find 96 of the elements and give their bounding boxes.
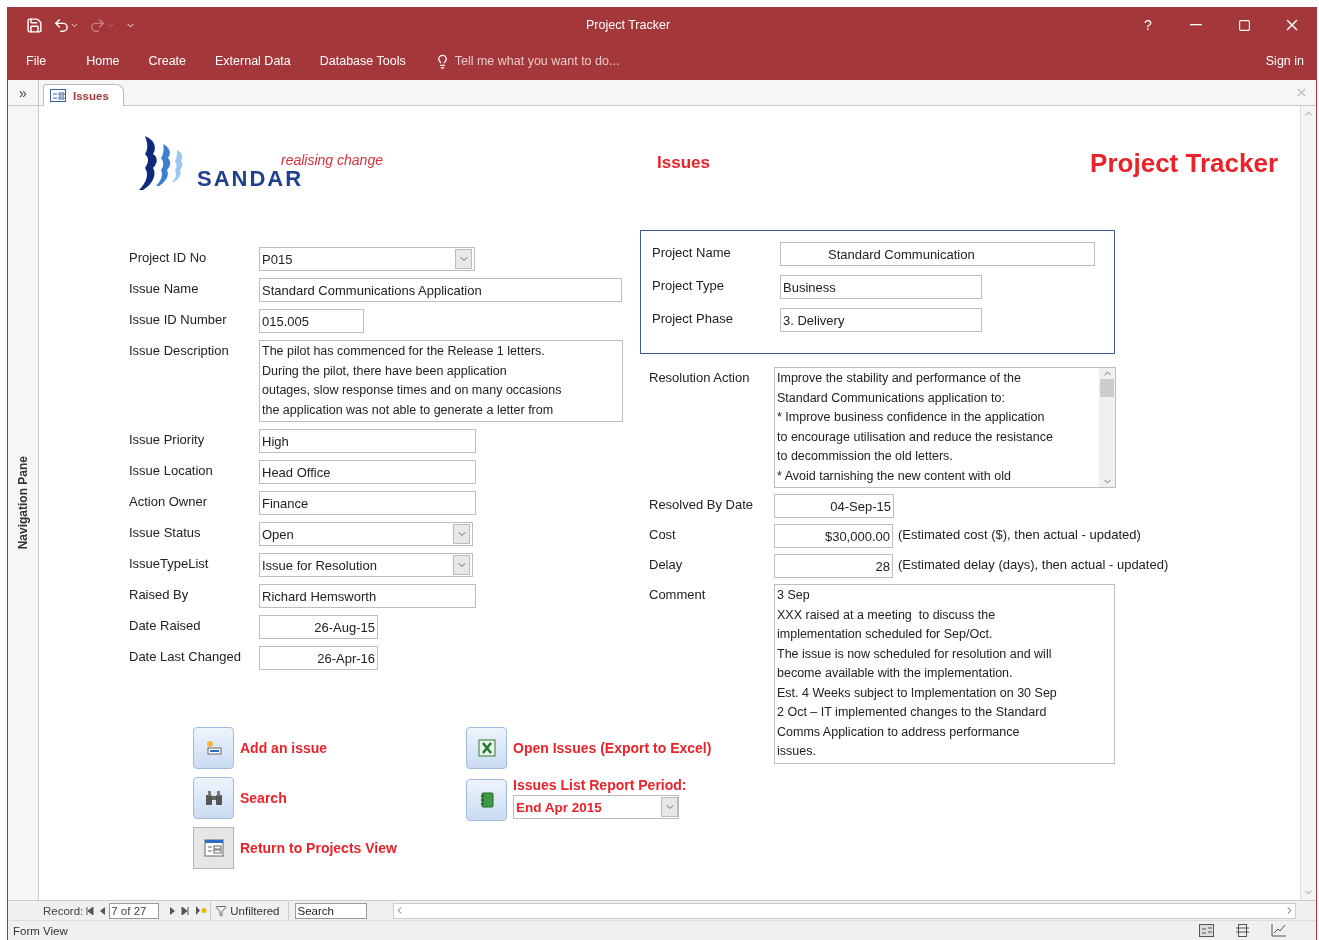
form-view-icon[interactable] (1199, 924, 1214, 937)
text-field[interactable]: Business (780, 275, 982, 299)
redo-icon[interactable] (89, 16, 115, 34)
document-tab[interactable]: Issues (43, 84, 124, 106)
field-label: Comment (649, 586, 707, 602)
new-record-icon[interactable] (195, 906, 208, 915)
form-view-icon (203, 839, 224, 857)
ribbon-tab[interactable]: Create (148, 54, 187, 68)
command-label[interactable]: Search (240, 790, 287, 806)
logo-name: SANDAR (197, 166, 304, 192)
field-note: (Estimated cost ($), then actual - updated) (897, 526, 1141, 542)
field-label: Cost (649, 526, 677, 542)
command-button[interactable] (193, 827, 234, 869)
text-field[interactable]: $30,000.00 (774, 524, 893, 548)
search-field[interactable]: Search (294, 902, 367, 919)
command-button[interactable] (193, 777, 234, 819)
text-field[interactable]: Finance (259, 491, 476, 515)
text-field[interactable]: 3. Delivery (780, 308, 982, 332)
status-text: Form View (13, 924, 68, 937)
field-label: Resolution Action (649, 369, 751, 385)
previous-record-icon[interactable] (100, 906, 107, 915)
vertical-scrollbar[interactable] (1099, 368, 1115, 487)
field-label: Date Last Changed (129, 648, 243, 664)
combo-box[interactable]: End Apr 2015 (513, 795, 679, 819)
ribbon-tab[interactable]: Home (86, 54, 120, 68)
memo-field[interactable]: Improve the stability and performance of the Standard Communications application to: * Improve business confidence in the application to encourage utilisation and reduce the resistance to decommission the old letters. * Avoid tarnishing the new content with old (774, 367, 1116, 488)
first-record-icon[interactable] (86, 906, 95, 915)
spreadsheet-icon (477, 739, 496, 757)
form-heading: Issues (657, 153, 710, 173)
filter-icon (215, 904, 228, 917)
text-field[interactable]: Head Office (259, 460, 476, 484)
record-number-field[interactable]: 7 of 27 (109, 902, 160, 919)
command-label[interactable]: Open Issues (Export to Excel) (513, 740, 712, 756)
field-label: Issue Status (129, 524, 202, 540)
text-field[interactable]: 28 (774, 554, 893, 578)
field-label: Raised By (129, 586, 190, 602)
command-label[interactable]: Add an issue (240, 740, 328, 756)
field-label: Date Raised (129, 617, 202, 633)
text-field[interactable]: 04-Sep-15 (774, 494, 894, 518)
tell-me-field[interactable]: Tell me what you want to do... (454, 54, 620, 68)
field-label: Project Name (652, 244, 732, 260)
field-label: Issue ID Number (129, 311, 228, 327)
field-label: Resolved By Date (649, 496, 755, 512)
ribbon-tab[interactable]: File (26, 54, 47, 68)
report-period-label: Issues List Report Period: (513, 777, 687, 793)
last-record-icon[interactable] (181, 906, 190, 915)
combo-box[interactable]: Open (259, 522, 473, 546)
combo-box[interactable]: P015 (259, 247, 475, 271)
field-label: Issue Name (129, 280, 200, 296)
vertical-scrollbar[interactable] (1300, 106, 1316, 900)
maximize-icon (1237, 18, 1251, 32)
combo-box[interactable]: Issue for Resolution (259, 553, 473, 577)
navigation-pane[interactable]: Navigation Pane (8, 106, 39, 900)
undo-icon[interactable] (53, 16, 79, 34)
minimize-icon (1190, 24, 1202, 26)
sign-in-link[interactable]: Sign in (1265, 54, 1304, 68)
field-label: Project Phase (652, 310, 734, 326)
text-field[interactable]: 26-Aug-15 (259, 615, 378, 639)
field-label: Project Type (652, 277, 726, 293)
text-field[interactable]: Standard Communication (780, 242, 1095, 266)
next-record-icon[interactable] (169, 906, 176, 915)
memo-field[interactable]: 3 Sep XXX raised at a meeting to discuss the implementation scheduled for Sep/Oct. The issue is now scheduled for resolution and will become available with the implementation. Est. 4 Weeks subject to Implementation on 30 Sep 2 Oct – IT implemented changes to the Standard Comms Application to address performance issues. (774, 584, 1115, 764)
field-note: (Estimated delay (days), then actual - updated) (897, 556, 1169, 572)
notebook-icon (479, 792, 494, 808)
design-view-icon[interactable] (1271, 924, 1286, 937)
logo-tagline: realising change (281, 152, 383, 168)
scroll-thumb[interactable] (1100, 379, 1114, 397)
form-icon (50, 89, 66, 102)
field-label: Issue Location (129, 462, 214, 478)
save-icon[interactable] (26, 16, 43, 34)
text-field[interactable]: 015.005 (259, 309, 364, 333)
report-button[interactable] (466, 779, 507, 821)
new-record-icon (204, 739, 223, 757)
filter-button[interactable]: Unfiltered (210, 901, 289, 920)
ribbon-tab[interactable]: Database Tools (319, 54, 406, 68)
text-field[interactable]: 26-Apr-16 (259, 646, 378, 670)
field-label: Project ID No (129, 249, 208, 265)
text-field[interactable]: High (259, 429, 476, 453)
ribbon-tab[interactable]: External Data (215, 54, 291, 68)
binoculars-icon (204, 790, 223, 806)
window-title: Project Tracker (586, 18, 672, 32)
field-label: Delay (649, 556, 684, 572)
command-button[interactable] (466, 727, 507, 769)
command-label[interactable]: Return to Projects View (240, 840, 397, 856)
field-label: Issue Description (129, 342, 230, 358)
field-label: IssueTypeList (129, 555, 210, 571)
field-label: Action Owner (129, 493, 209, 509)
text-field[interactable]: Standard Communications Application (259, 278, 622, 302)
app-title: Project Tracker (1090, 147, 1278, 179)
text-field[interactable]: Richard Hemsworth (259, 584, 476, 608)
help-button[interactable]: ? (1124, 8, 1172, 42)
field-label: Issue Priority (129, 431, 206, 447)
record-label: Record: (43, 904, 84, 917)
layout-view-icon[interactable] (1236, 924, 1249, 937)
memo-field[interactable]: The pilot has commenced for the Release 1 letters. During the pilot, there have been application outages, slow response times and on many occasions the application was not able to generate a letter from (259, 340, 623, 422)
horizontal-scrollbar[interactable] (392, 902, 1296, 919)
